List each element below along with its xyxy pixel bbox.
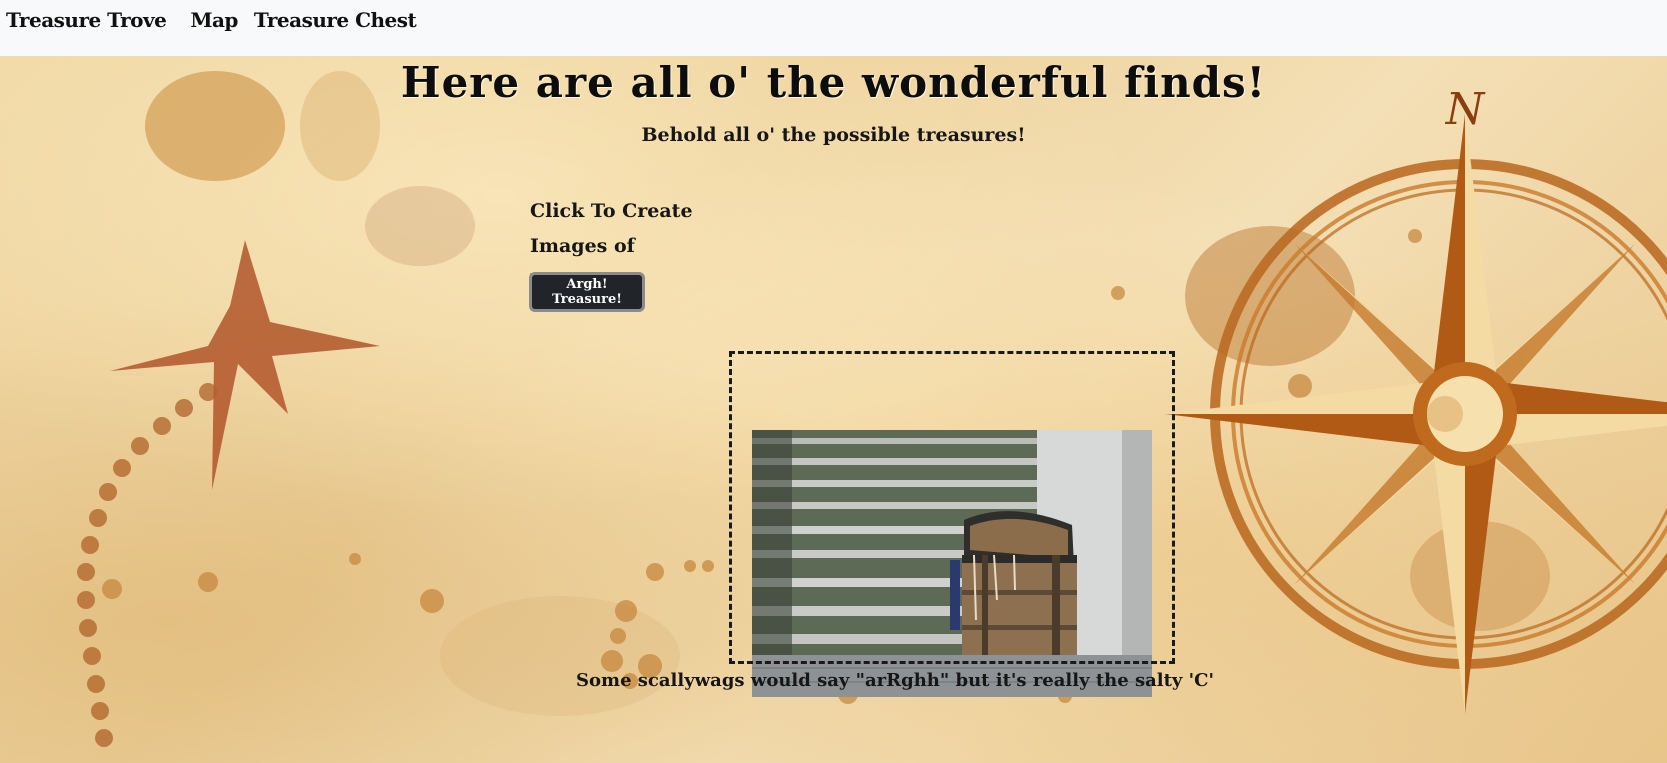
nav-link-treasure-chest[interactable]: Treasure Chest (254, 8, 417, 32)
image-frame (729, 351, 1175, 664)
dotted-trail (77, 383, 217, 747)
navbar: Treasure Trove Map Treasure Chest (0, 0, 1667, 56)
compass-rose-icon: N (1165, 84, 1667, 714)
image-caption: Some scallywags would say "arRghh" but i… (576, 670, 1214, 691)
argh-treasure-button[interactable]: Argh! Treasure! (529, 272, 645, 312)
page-subtitle: Behold all o' the possible treasures! (641, 124, 1026, 146)
page-title: Here are all o' the wonderful finds! (400, 58, 1267, 107)
nav-brand[interactable]: Treasure Trove (6, 8, 167, 32)
nav-link-map[interactable]: Map (190, 8, 238, 32)
x-marks-the-spot-icon (110, 240, 380, 490)
